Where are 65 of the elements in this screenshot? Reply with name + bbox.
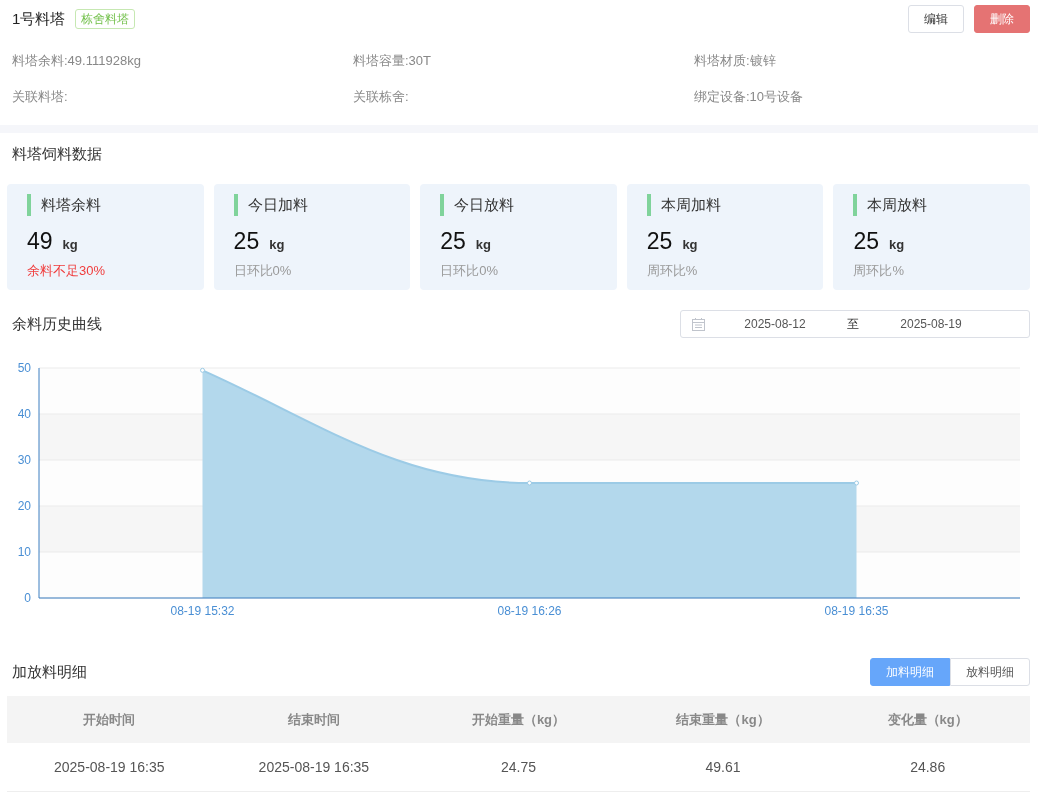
x-axis-label: 08-19 16:35	[824, 604, 889, 618]
data-point	[527, 480, 532, 486]
accent-bar	[440, 194, 445, 216]
x-axis-label: 08-19 16:26	[497, 604, 562, 618]
accent-bar	[646, 194, 651, 216]
stat-title: 本周放料	[867, 195, 928, 215]
stat-value: 25	[233, 227, 260, 256]
table-cell: 49.61	[620, 743, 826, 792]
section-title: 余料历史曲线	[11, 314, 102, 334]
stat-unit: kg	[475, 236, 491, 254]
section-title: 加放料明细	[11, 662, 87, 682]
tower-title: 1号料塔	[12, 9, 66, 29]
info-text: 关联栋舍:	[353, 89, 409, 104]
stat-value: 25	[853, 227, 879, 256]
stat-title: 本周加料	[660, 195, 721, 215]
stat-title: 今日加料	[247, 195, 308, 215]
info-text: 料塔余料:49.111928kg	[12, 53, 141, 68]
accent-bar	[853, 194, 858, 216]
x-axis-label: 08-19 15:32	[170, 604, 235, 618]
table-header-cell: 开始重量（kg）	[416, 696, 621, 743]
calendar-icon	[692, 317, 705, 331]
table-header-cell: 变化量（kg）	[825, 696, 1030, 743]
y-axis-label: 50	[17, 361, 31, 375]
stat-unit: kg	[62, 236, 78, 254]
stat-unit: kg	[889, 236, 905, 254]
range-separator: 至	[846, 315, 860, 333]
stat-value: 49	[27, 227, 53, 256]
stat-note: 日环比0%	[233, 262, 293, 280]
y-axis-label: 30	[17, 453, 31, 467]
y-axis-label: 0	[24, 591, 31, 605]
edit-button[interactable]: 编辑	[908, 5, 964, 33]
y-axis-label: 20	[17, 499, 31, 513]
stat-note: 日环比0%	[440, 262, 499, 280]
info-text: 料塔材质:镀锌	[694, 53, 776, 68]
start-date-field[interactable]: 2025-08-12	[705, 314, 845, 334]
stat-value: 25	[440, 227, 466, 256]
table-cell: 24.75	[416, 743, 621, 792]
stat-unit: kg	[682, 236, 698, 254]
section-title: 料塔饲料数据	[11, 144, 103, 164]
stat-value: 25	[646, 227, 673, 256]
table-header-cell: 结束时间	[211, 696, 417, 743]
warning-note: 余料不足30%	[27, 262, 107, 280]
stat-note: 周环比%	[646, 262, 699, 280]
stat-unit: kg	[269, 236, 285, 254]
info-text: 料塔容量:30T	[353, 53, 431, 68]
data-point	[854, 480, 859, 486]
accent-bar	[27, 194, 31, 216]
end-date-field[interactable]: 2025-08-19	[861, 314, 1001, 334]
info-text: 绑定设备:10号设备	[694, 89, 804, 104]
table-cell: 24.86	[825, 743, 1030, 792]
y-axis-label: 10	[17, 545, 31, 559]
table-header-cell: 结束重量（kg）	[620, 696, 826, 743]
table-cell: 2025-08-19 16:35	[211, 743, 417, 792]
info-text: 关联料塔:	[12, 89, 68, 104]
date-range-picker[interactable]: 2025-08-12 至 2025-08-19	[680, 310, 1030, 338]
table-cell: 2025-08-19 16:35	[7, 743, 212, 792]
y-axis-label: 40	[17, 407, 31, 421]
stat-title: 今日放料	[454, 195, 515, 215]
category-tag: 栋舍料塔	[75, 9, 136, 29]
stat-title: 料塔余料	[41, 195, 101, 215]
data-point	[200, 367, 205, 373]
stat-note: 周环比%	[853, 262, 905, 280]
accent-bar	[233, 194, 238, 216]
table-header-cell: 开始时间	[7, 696, 212, 743]
toggle-tab[interactable]: 放料明细	[950, 658, 1030, 686]
